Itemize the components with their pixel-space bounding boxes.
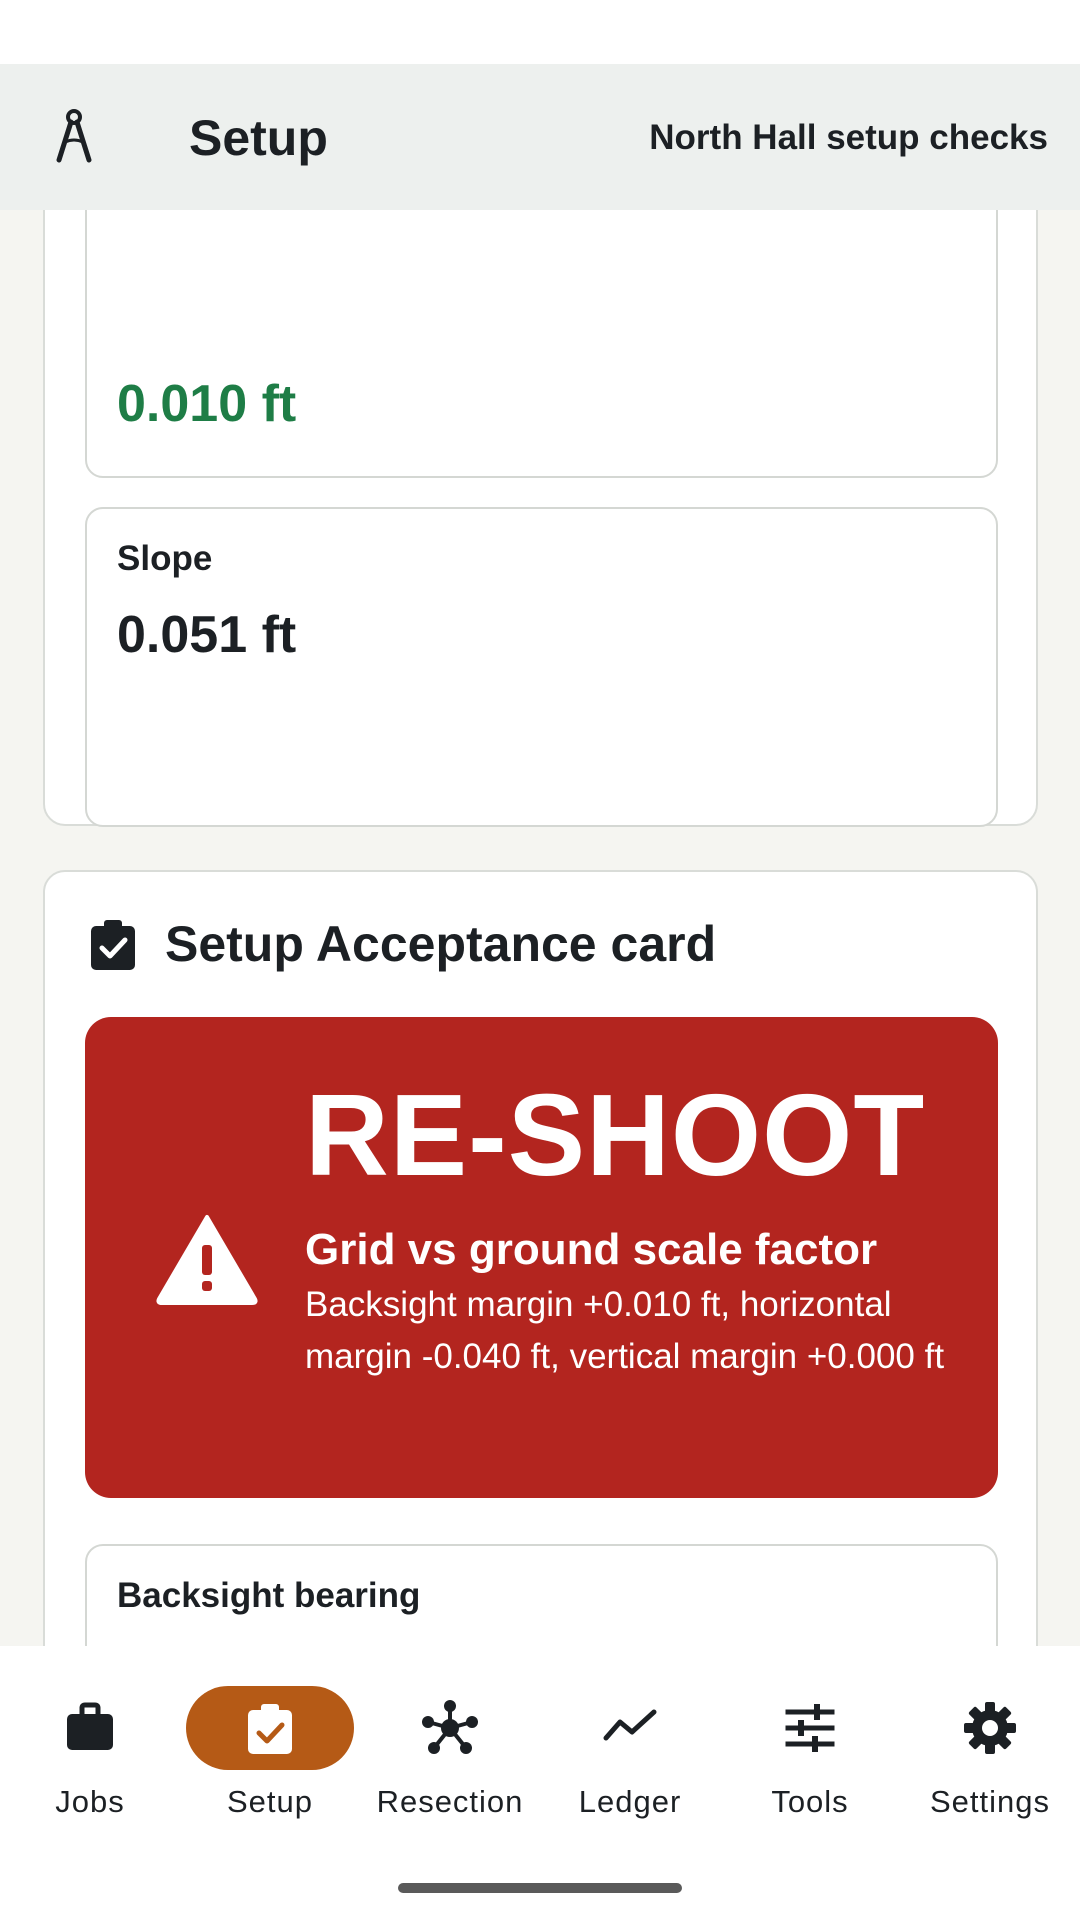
briefcase-icon xyxy=(67,1702,113,1750)
slope-label: Slope xyxy=(117,539,213,578)
scroll-content[interactable]: 0.010 ft Slope 0.051 ft Setup Acceptance… xyxy=(0,210,1080,1646)
trend-line-icon xyxy=(603,1709,657,1741)
nav-settings[interactable]: Settings xyxy=(900,1686,1080,1826)
acceptance-card: Setup Acceptance card RE-SHOOT Grid vs g… xyxy=(43,870,1038,1646)
verdict-detail: Backsight margin +0.010 ft, horizontal m… xyxy=(305,1285,945,1376)
backsight-bearing-card: Backsight bearing xyxy=(85,1544,998,1646)
clipboard-check-icon xyxy=(91,920,135,970)
network-icon xyxy=(422,1700,478,1754)
slope-value: 0.051 ft xyxy=(117,606,297,664)
status-bar xyxy=(0,0,1080,64)
nav-resection-label: Resection xyxy=(376,1784,524,1819)
nav-setup[interactable]: Setup xyxy=(170,1686,354,1826)
measurements-card: 0.010 ft Slope 0.051 ft xyxy=(43,210,1038,827)
slope-card: Slope 0.051 ft xyxy=(85,507,998,827)
nav-settings-label: Settings xyxy=(929,1784,1050,1819)
verdict-banner: RE-SHOOT Grid vs ground scale factor Bac… xyxy=(85,1017,998,1498)
app-bar: Setup North Hall setup checks xyxy=(0,64,1080,210)
nav-tools[interactable]: Tools xyxy=(720,1686,900,1826)
verdict-status: RE-SHOOT xyxy=(305,1070,926,1200)
home-indicator[interactable] xyxy=(398,1883,682,1893)
sliders-icon xyxy=(785,1704,835,1752)
nav-jobs-label: Jobs xyxy=(55,1784,125,1819)
first-measurement-value: 0.010 ft xyxy=(117,375,297,433)
nav-ledger-label: Ledger xyxy=(578,1784,682,1819)
nav-tools-label: Tools xyxy=(771,1784,849,1819)
nav-setup-label: Setup xyxy=(226,1784,313,1819)
bottom-navigation: Jobs Setup Resection Ledger Tools Settin… xyxy=(0,1646,1080,1920)
warning-icon xyxy=(156,1215,258,1305)
nav-resection[interactable]: Resection xyxy=(360,1686,540,1826)
nav-jobs[interactable]: Jobs xyxy=(0,1686,180,1826)
gear-icon xyxy=(964,1702,1016,1754)
compass-icon xyxy=(56,109,92,163)
clipboard-check-icon xyxy=(248,1704,292,1754)
verdict-heading: Grid vs ground scale factor xyxy=(305,1225,878,1274)
backsight-bearing-label: Backsight bearing xyxy=(117,1576,421,1615)
page-subtitle: North Hall setup checks xyxy=(649,118,1048,157)
nav-ledger[interactable]: Ledger xyxy=(540,1686,720,1826)
first-measurement-card: 0.010 ft xyxy=(85,210,998,478)
page-title: Setup xyxy=(189,110,328,166)
acceptance-title: Setup Acceptance card xyxy=(165,916,717,972)
